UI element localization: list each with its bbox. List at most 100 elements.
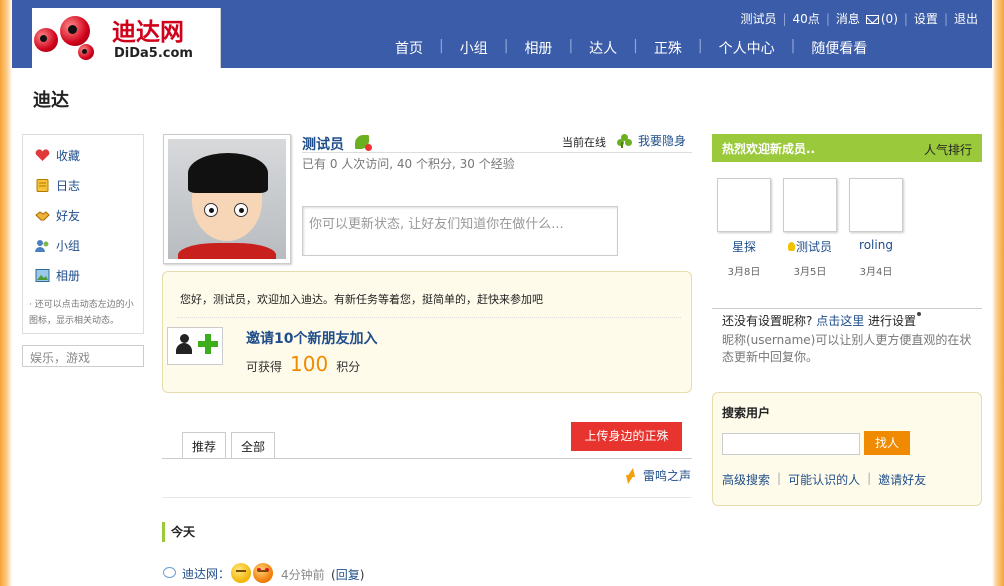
separator: | <box>790 38 796 54</box>
profile-stats: 已有 0 人次访问, 40 个积分, 30 个经验 <box>302 157 515 171</box>
bulb-icon <box>787 242 795 251</box>
sidebar-item-label: 日志 <box>56 179 81 193</box>
member-date: 3月8日 <box>727 267 761 278</box>
lightning-icon <box>624 468 636 484</box>
separator: | <box>633 38 638 54</box>
mail-count: (0) <box>880 11 898 26</box>
nav-item-zhengshu[interactable]: 正殊 <box>654 38 682 58</box>
photo-icon <box>35 269 50 282</box>
reply-paren-close: ) <box>359 568 365 582</box>
nav-item-browse[interactable]: 随便看看 <box>811 38 867 58</box>
nav-item-personal-center[interactable]: 个人中心 <box>719 38 775 58</box>
smiley-icon <box>231 563 251 583</box>
separator: | <box>777 471 782 485</box>
avatar-eye <box>234 203 248 217</box>
divider <box>162 458 692 459</box>
invite-friends-icon[interactable] <box>167 327 223 365</box>
love-smiley-icon <box>253 563 273 583</box>
sidebar-tags[interactable]: 娱乐，游戏 <box>22 345 144 367</box>
member-name-wrap[interactable]: 测试员 <box>775 238 845 255</box>
divider <box>177 317 681 318</box>
feed-colon: ： <box>218 567 231 581</box>
sidebar-item-blog[interactable]: 日志 <box>35 177 80 194</box>
logo-ball-icon <box>60 16 90 46</box>
separator: | <box>782 11 787 26</box>
status-input[interactable]: 你可以更新状态, 让好友们知道你在做什么... <box>302 206 618 256</box>
member-name[interactable]: 星探 <box>709 238 779 255</box>
sidebar-item-friends[interactable]: 好友 <box>35 207 80 224</box>
today-heading: 今天 <box>162 522 195 542</box>
site-header: 迪达网 DiDa5.com 测试员 | 40点 | 消息 (0) | 设置 | … <box>12 0 992 68</box>
separator: | <box>697 38 703 54</box>
clover-icon <box>617 134 632 148</box>
invite-friends-link[interactable]: 邀请好友 <box>878 471 926 488</box>
messages-link[interactable]: 消息 <box>836 10 860 27</box>
task-title[interactable]: 邀请10个新朋友加入 <box>246 328 377 348</box>
logo-ball-icon <box>34 28 58 52</box>
feed-item-user[interactable]: 迪达网： <box>182 565 230 582</box>
people-you-may-know-link[interactable]: 可能认识的人 <box>788 471 860 488</box>
member-name[interactable]: roling <box>841 238 911 252</box>
nickname-description: 昵称(username)可以让别人更方便直观的在状态更新中回复你。 <box>722 333 972 364</box>
member-name[interactable]: 测试员 <box>796 240 832 254</box>
divider <box>162 497 692 498</box>
separator: | <box>503 38 509 54</box>
reply-link[interactable]: 回复 <box>336 568 360 582</box>
avatar-shirt <box>178 243 276 259</box>
logout-link[interactable]: 退出 <box>954 10 978 27</box>
member-date: 3月4日 <box>859 267 893 278</box>
nickname-suffix-text: 进行设置 <box>868 314 917 328</box>
online-status: 当前在线 <box>562 136 606 149</box>
heart-icon <box>35 149 50 162</box>
sidebar-item-label: 收藏 <box>56 149 81 163</box>
feed-user-name[interactable]: 迪达网 <box>182 567 218 581</box>
mail-icon <box>865 14 879 24</box>
nickname-prompt-text: 还没有设置昵称? <box>722 314 813 328</box>
logo-text-en: DiDa5.com <box>114 46 193 61</box>
person-icon <box>176 334 192 354</box>
settings-link[interactable]: 设置 <box>914 10 938 27</box>
tab-all[interactable]: 全部 <box>231 432 276 458</box>
member-avatar[interactable] <box>783 178 837 232</box>
separator: | <box>568 38 574 54</box>
member-avatar[interactable] <box>849 178 903 232</box>
nav-item-albums[interactable]: 相册 <box>524 38 552 58</box>
dot-icon <box>917 312 922 316</box>
tab-recommended[interactable]: 推荐 <box>182 432 227 458</box>
notebook-icon <box>35 179 50 192</box>
nav-item-home[interactable]: 首页 <box>395 38 423 58</box>
sidebar-item-groups[interactable]: 小组 <box>35 237 80 254</box>
nickname-prompt: 还没有设置昵称? 点击这里 进行设置 <box>722 312 922 329</box>
profile-username[interactable]: 测试员 <box>302 134 344 154</box>
reward-suffix: 积分 <box>336 360 361 374</box>
nav-item-groups[interactable]: 小组 <box>460 38 488 58</box>
leaf-icon <box>355 135 372 151</box>
thunder-voice-link[interactable]: 雷鸣之声 <box>643 467 691 484</box>
task-reward: 可获得 100 积分 <box>246 352 360 376</box>
sidebar-item-favorites[interactable]: 收藏 <box>35 147 80 164</box>
user-search-input[interactable] <box>722 433 860 455</box>
current-user-link[interactable]: 测试员 <box>740 10 776 27</box>
reward-value: 100 <box>290 352 329 376</box>
nav-item-experts[interactable]: 达人 <box>589 38 617 58</box>
user-topbar: 测试员 | 40点 | 消息 (0) | 设置 | 退出 <box>740 10 978 27</box>
sidebar-item-label: 好友 <box>56 209 81 223</box>
nickname-setup-link[interactable]: 点击这里 <box>816 314 864 328</box>
avatar-picture <box>168 139 286 259</box>
popular-rank-link[interactable]: 人气排行 <box>924 141 972 158</box>
plus-icon <box>198 334 218 354</box>
advanced-search-link[interactable]: 高级搜索 <box>722 471 770 488</box>
points-link[interactable]: 40点 <box>793 10 820 27</box>
site-logo[interactable]: 迪达网 DiDa5.com <box>32 8 221 68</box>
member-avatar[interactable] <box>717 178 771 232</box>
avatar[interactable] <box>163 134 291 264</box>
go-invisible-link[interactable]: 我要隐身 <box>638 132 686 149</box>
divider <box>302 152 692 153</box>
sidebar-note: · 还可以点击动态左边的小图标，显示相关动态。 <box>29 300 134 326</box>
mail-link[interactable]: (0) <box>865 11 898 26</box>
task-panel: 您好，测试员，欢迎加入迪达。有新任务等着您，挺简单的，赶快来参加吧 邀请10个新… <box>162 271 692 393</box>
upload-button[interactable]: 上传身边的正殊 <box>571 422 682 451</box>
separator: | <box>867 471 872 485</box>
sidebar-item-albums[interactable]: 相册 <box>35 267 80 284</box>
find-people-button[interactable]: 找人 <box>864 431 910 455</box>
